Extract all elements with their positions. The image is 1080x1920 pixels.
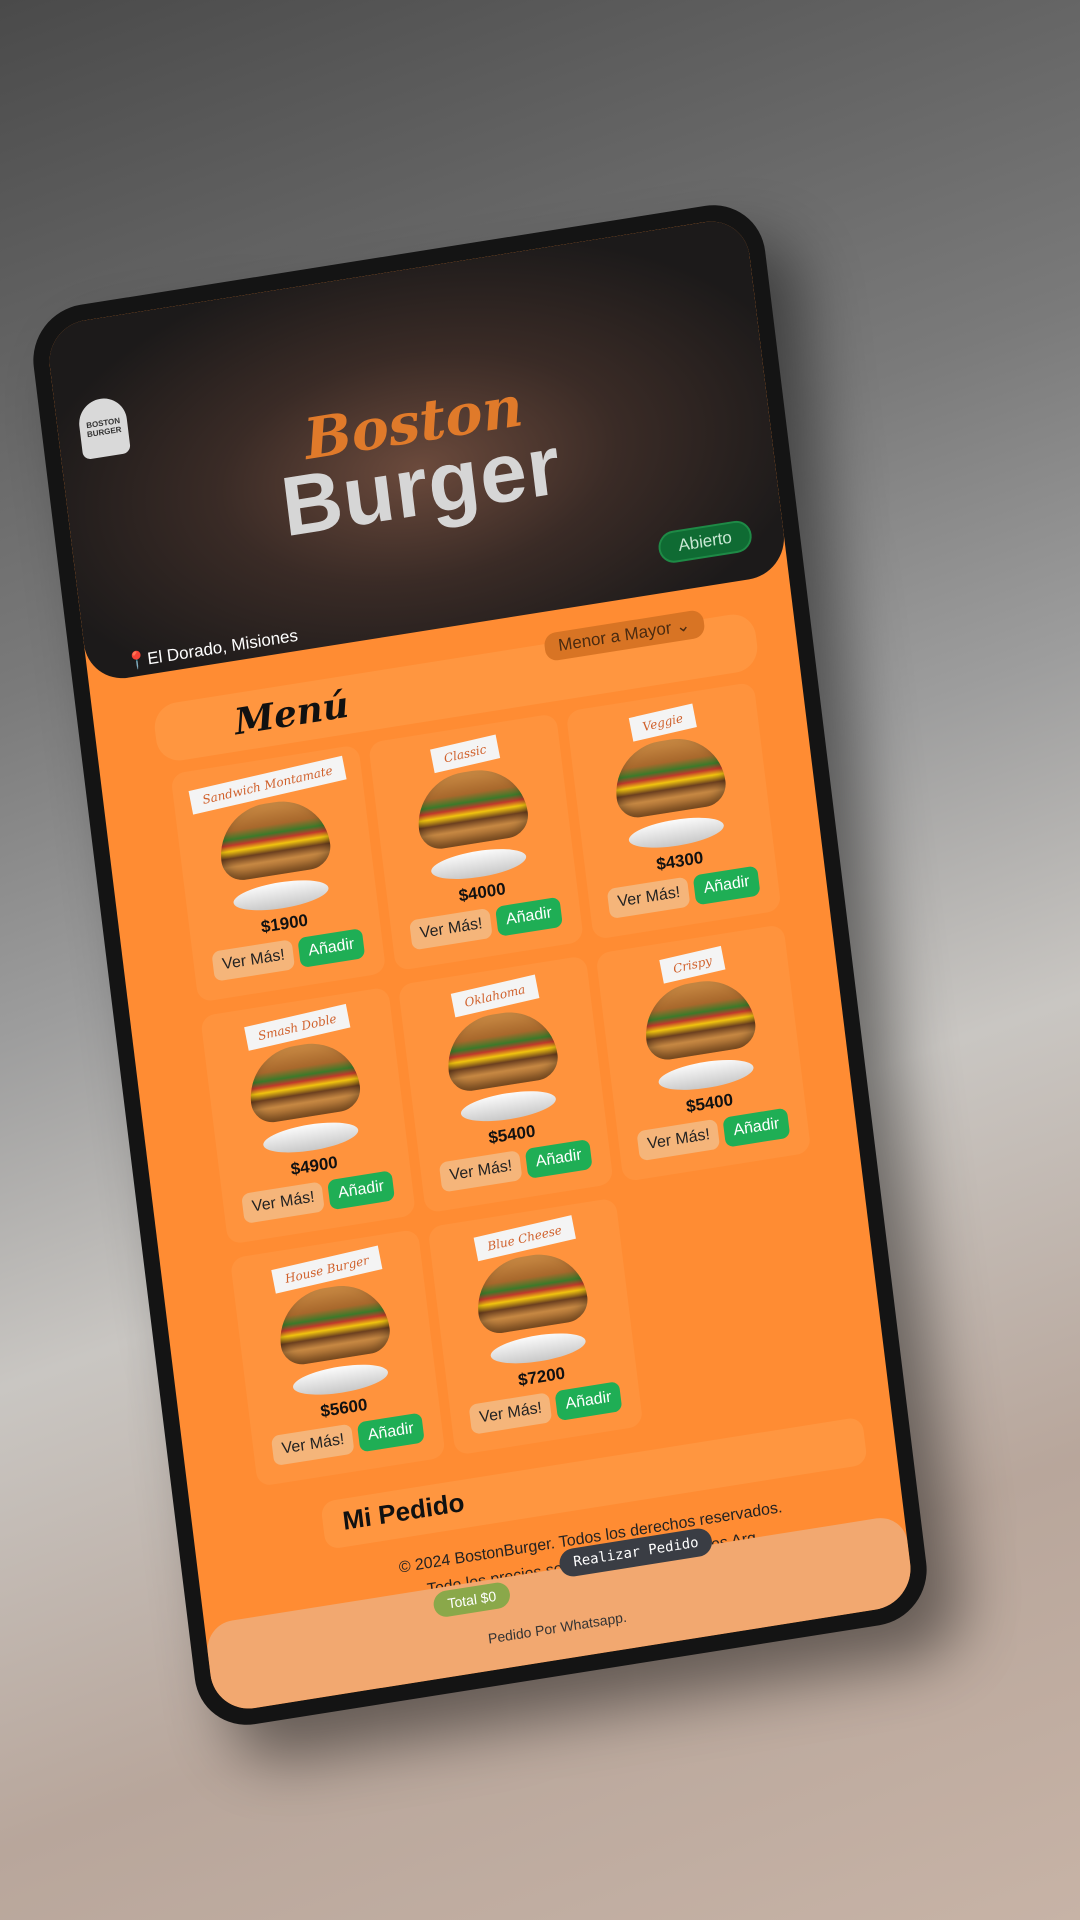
card-name-label: Smash Doble — [244, 1003, 351, 1051]
add-button[interactable]: Añadir — [554, 1381, 623, 1422]
open-status-badge: Abierto — [656, 518, 754, 566]
menu-card: House Burger $5600 Ver Más! Añadir — [229, 1228, 446, 1487]
menu-card: Classic $4000 Ver Más! Añadir — [368, 713, 584, 972]
menu-card: Crispy $5400 Ver Más! Añadir — [595, 924, 812, 1183]
see-more-button[interactable]: Ver Más! — [241, 1181, 326, 1224]
menu-card: Sandwich Montamate $1900 Ver Más! Añadir — [170, 744, 387, 1003]
burger-image — [215, 794, 333, 884]
burger-image — [610, 731, 729, 821]
location-label: 📍El Dorado, Misiones — [125, 626, 299, 673]
menu-card: Smash Doble $4900 Ver Más! Añadir — [200, 986, 416, 1245]
location-text: El Dorado, Misiones — [146, 625, 299, 669]
chevron-down-icon: ⌄ — [674, 615, 692, 637]
burger-image — [412, 763, 531, 852]
see-more-button[interactable]: Ver Más! — [409, 907, 494, 951]
mockup-stage: BOSTON BURGER Boston Burger Abierto 📍El … — [0, 0, 1080, 1920]
add-button[interactable]: Añadir — [495, 896, 563, 937]
see-more-button[interactable]: Ver Más! — [439, 1150, 523, 1193]
burger-image — [245, 1036, 363, 1126]
menu-card: Oklahoma $5400 Ver Más! Añadir — [397, 955, 614, 1214]
menu-card: Blue Cheese $7200 Ver Más! Añadir — [427, 1197, 644, 1456]
card-name-label: Oklahoma — [450, 974, 540, 1018]
add-button[interactable]: Añadir — [297, 928, 365, 968]
see-more-button[interactable]: Ver Más! — [211, 939, 296, 982]
add-button[interactable]: Añadir — [525, 1139, 593, 1179]
app-screen: BOSTON BURGER Boston Burger Abierto 📍El … — [44, 215, 916, 1715]
add-button[interactable]: Añadir — [722, 1107, 791, 1148]
tablet-device: BOSTON BURGER Boston Burger Abierto 📍El … — [27, 197, 933, 1733]
card-name-label: Classic — [430, 734, 501, 774]
card-name-label: Blue Cheese — [473, 1215, 576, 1262]
see-more-button[interactable]: Ver Más! — [271, 1423, 356, 1466]
burger-image — [442, 1005, 561, 1094]
pin-icon: 📍 — [125, 649, 149, 672]
add-button[interactable]: Añadir — [357, 1412, 425, 1453]
burger-image — [274, 1278, 393, 1368]
see-more-button[interactable]: Ver Más! — [636, 1118, 721, 1162]
burger-image — [472, 1247, 590, 1337]
add-button[interactable]: Añadir — [693, 865, 761, 906]
card-name-label: Veggie — [628, 703, 697, 742]
menu-card: Veggie $4300 Ver Más! Añadir — [565, 681, 782, 940]
see-more-button[interactable]: Ver Más! — [607, 876, 691, 920]
card-name-label: Crispy — [659, 945, 726, 984]
burger-image — [640, 973, 758, 1063]
add-button[interactable]: Añadir — [327, 1170, 395, 1211]
see-more-button[interactable]: Ver Más! — [468, 1392, 553, 1435]
card-name-label: House Burger — [271, 1245, 383, 1294]
menu-grid: Sandwich Montamate $1900 Ver Más! Añadir… — [170, 681, 841, 1487]
